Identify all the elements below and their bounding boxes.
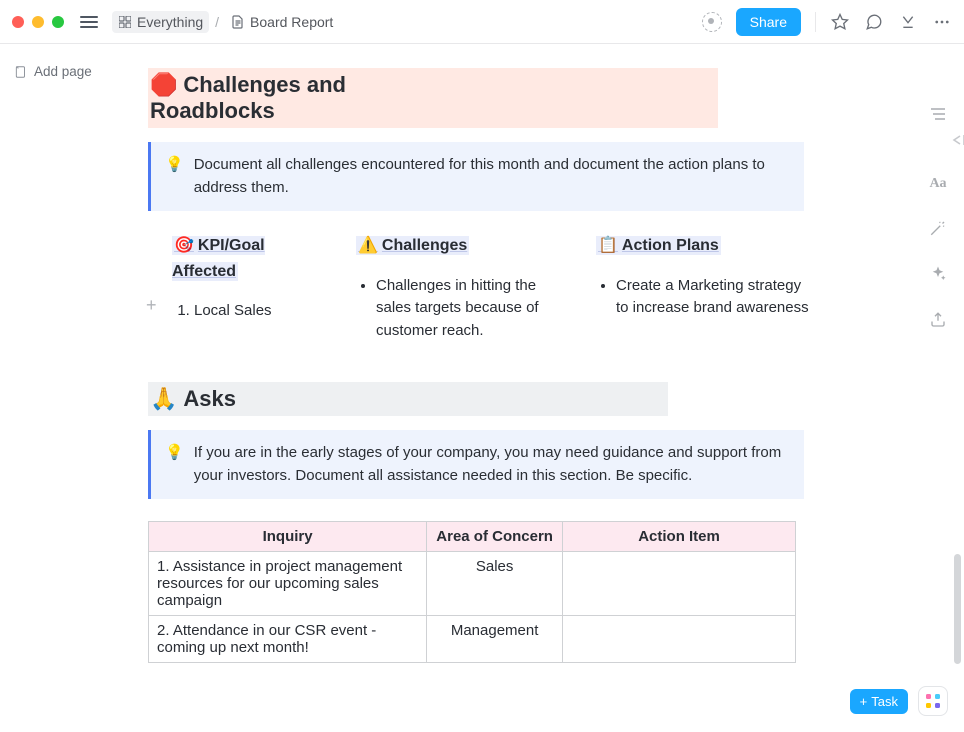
- callout-asks[interactable]: 💡 If you are in the early stages of your…: [148, 430, 804, 499]
- menu-icon[interactable]: [80, 16, 98, 28]
- window-controls: [12, 16, 64, 28]
- left-gutter: Add page: [0, 44, 120, 732]
- column-challenges-heading[interactable]: ⚠️Challenges: [356, 236, 469, 255]
- cell-action[interactable]: [563, 616, 796, 663]
- share-button[interactable]: Share: [736, 8, 801, 36]
- scrollbar[interactable]: [952, 44, 962, 732]
- divider: [815, 12, 816, 32]
- close-window-button[interactable]: [12, 16, 24, 28]
- more-icon[interactable]: [932, 12, 952, 32]
- breadcrumb-root-label: Everything: [137, 14, 203, 30]
- stop-sign-emoji: 🛑: [150, 72, 177, 97]
- cell-area[interactable]: Sales: [427, 552, 563, 616]
- magic-icon[interactable]: [928, 218, 948, 238]
- column-actions-list[interactable]: Create a Marketing strategy to increase …: [596, 275, 812, 320]
- bulb-icon: 💡: [165, 442, 184, 487]
- fullscreen-window-button[interactable]: [52, 16, 64, 28]
- favorite-icon[interactable]: [830, 12, 850, 32]
- new-task-button[interactable]: + Task: [850, 689, 908, 714]
- table-header-row: Inquiry Area of Concern Action Item: [149, 522, 796, 552]
- target-emoji: 🎯: [174, 237, 194, 254]
- ai-sparkle-icon[interactable]: [928, 264, 948, 284]
- new-task-label: Task: [871, 694, 898, 709]
- floating-actions: + Task: [850, 686, 948, 716]
- main-content[interactable]: 🛑Challenges and Roadblocks 💡 Document al…: [120, 44, 912, 732]
- list-item[interactable]: Challenges in hitting the sales targets …: [376, 275, 572, 343]
- plus-icon: +: [860, 694, 868, 709]
- list-item[interactable]: Local Sales: [194, 300, 332, 323]
- bulb-icon: 💡: [165, 154, 184, 199]
- breadcrumb-page[interactable]: Board Report: [225, 11, 339, 33]
- callout-challenges[interactable]: 💡 Document all challenges encountered fo…: [148, 142, 804, 211]
- download-icon[interactable]: [898, 12, 918, 32]
- comments-icon[interactable]: [864, 12, 884, 32]
- status-placeholder-icon[interactable]: [702, 12, 722, 32]
- column-kpi-heading[interactable]: 🎯KPI/Goal Affected: [172, 236, 265, 281]
- table-header-inquiry[interactable]: Inquiry: [149, 522, 427, 552]
- column-kpi: 🎯KPI/Goal Affected Local Sales: [172, 233, 332, 342]
- column-kpi-list[interactable]: Local Sales: [172, 300, 332, 323]
- cell-area[interactable]: Management: [427, 616, 563, 663]
- heading-challenges[interactable]: 🛑Challenges and Roadblocks: [148, 68, 718, 128]
- clipboard-emoji: 📋: [598, 237, 618, 254]
- body: Add page 🛑Challenges and Roadblocks 💡 Do…: [0, 44, 964, 732]
- list-item[interactable]: Create a Marketing strategy to increase …: [616, 275, 812, 320]
- column-actions-heading[interactable]: 📋Action Plans: [596, 236, 721, 255]
- callout-asks-text: If you are in the early stages of your c…: [194, 442, 788, 487]
- table-row[interactable]: 1. Assistance in project management reso…: [149, 552, 796, 616]
- asks-table[interactable]: Inquiry Area of Concern Action Item 1. A…: [148, 521, 796, 663]
- apps-grid-icon: [926, 694, 940, 708]
- challenges-columns: + 🎯KPI/Goal Affected Local Sales ⚠️Chall…: [172, 233, 812, 342]
- add-page-label: Add page: [34, 64, 92, 79]
- breadcrumb-page-label: Board Report: [250, 14, 333, 30]
- outline-icon[interactable]: [928, 104, 948, 124]
- add-page-button[interactable]: Add page: [14, 64, 120, 79]
- grid-icon: [118, 15, 132, 29]
- minimize-window-button[interactable]: [32, 16, 44, 28]
- pray-emoji: 🙏: [150, 386, 177, 411]
- heading-asks-text: Asks: [183, 386, 236, 411]
- topbar-actions: Share: [702, 8, 952, 36]
- heading-challenges-text: Challenges and Roadblocks: [150, 72, 346, 123]
- column-actions: 📋Action Plans Create a Marketing strateg…: [596, 233, 812, 342]
- apps-button[interactable]: [918, 686, 948, 716]
- cell-inquiry[interactable]: 1. Assistance in project management reso…: [149, 552, 427, 616]
- heading-asks[interactable]: 🙏Asks: [148, 382, 668, 416]
- scrollbar-thumb[interactable]: [954, 554, 961, 664]
- callout-challenges-text: Document all challenges encountered for …: [194, 154, 788, 199]
- text-style-button[interactable]: Aa: [929, 176, 946, 192]
- column-challenges-list[interactable]: Challenges in hitting the sales targets …: [356, 275, 572, 343]
- doc-icon: [231, 15, 245, 29]
- table-header-action[interactable]: Action Item: [563, 522, 796, 552]
- table-header-area[interactable]: Area of Concern: [427, 522, 563, 552]
- topbar: Everything / Board Report Share: [0, 0, 964, 44]
- cell-action[interactable]: [563, 552, 796, 616]
- warning-emoji: ⚠️: [358, 237, 378, 254]
- add-row-icon[interactable]: +: [146, 295, 157, 316]
- column-challenges: ⚠️Challenges Challenges in hitting the s…: [356, 233, 572, 342]
- breadcrumb-root[interactable]: Everything: [112, 11, 209, 33]
- table-row[interactable]: 2. Attendance in our CSR event - coming …: [149, 616, 796, 663]
- breadcrumb-separator: /: [215, 14, 219, 30]
- breadcrumb: Everything / Board Report: [112, 11, 339, 33]
- add-page-icon: [14, 65, 28, 79]
- export-icon[interactable]: [928, 310, 948, 330]
- cell-inquiry[interactable]: 2. Attendance in our CSR event - coming …: [149, 616, 427, 663]
